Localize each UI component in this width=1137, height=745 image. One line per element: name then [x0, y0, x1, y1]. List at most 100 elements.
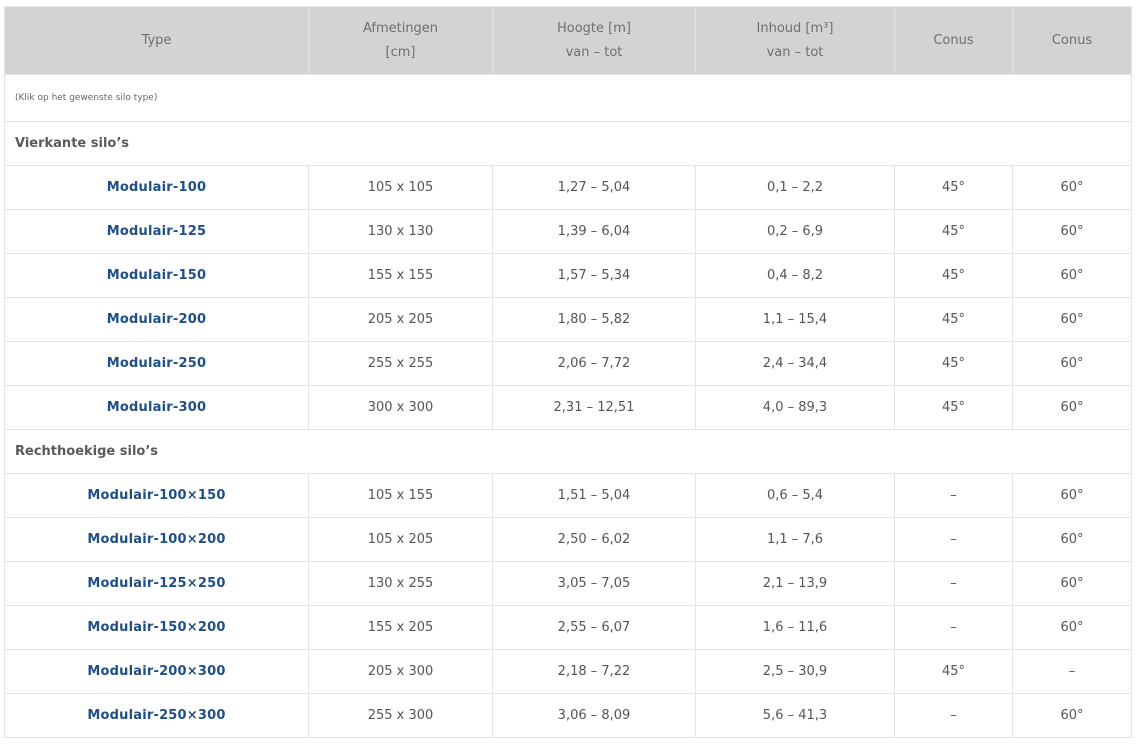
- section-row: Vierkante silo’s: [4, 121, 1132, 166]
- silo-type-link[interactable]: Modulair-250×300: [87, 708, 225, 723]
- cell-inhoud: 4,0 – 89,3: [695, 385, 895, 430]
- cell-conus-45: 45°: [894, 253, 1013, 298]
- silo-type-link[interactable]: Modulair-200×300: [87, 664, 225, 679]
- cell-type: Modulair-100×150: [4, 473, 309, 518]
- cell-type: Modulair-125×250: [4, 561, 309, 606]
- silo-type-link[interactable]: Modulair-125×250: [87, 576, 225, 591]
- note-text: (Klik op het gewenste silo type): [4, 74, 1132, 122]
- cell-conus-60: 60°: [1012, 473, 1132, 518]
- cell-conus-60: 60°: [1012, 561, 1132, 606]
- cell-conus-45: 45°: [894, 297, 1013, 342]
- header-row: Type Afmetingen [cm] Hoogte [m] van – tot …: [4, 6, 1132, 75]
- cell-type: Modulair-200×300: [4, 649, 309, 694]
- cell-conus-60: –: [1012, 649, 1132, 694]
- table-row: Modulair-300 300 x 300 2,31 – 12,51 4,0 – 8…: [4, 385, 1132, 430]
- table-body: (Klik op het gewenste silo type) Vierkan…: [4, 74, 1132, 738]
- cell-conus-45: 45°: [894, 385, 1013, 430]
- cell-hoogte: 3,06 – 8,09: [492, 693, 696, 738]
- cell-hoogte: 2,06 – 7,72: [492, 341, 696, 386]
- cell-type: Modulair-150: [4, 253, 309, 298]
- cell-afmetingen: 205 x 300: [308, 649, 493, 694]
- cell-conus-60: 60°: [1012, 297, 1132, 342]
- cell-hoogte: 2,18 – 7,22: [492, 649, 696, 694]
- silo-type-link[interactable]: Modulair-300: [107, 400, 206, 415]
- silo-type-link[interactable]: Modulair-125: [107, 224, 206, 239]
- cell-afmetingen: 130 x 130: [308, 209, 493, 254]
- silo-type-link[interactable]: Modulair-150×200: [87, 620, 225, 635]
- cell-type: Modulair-300: [4, 385, 309, 430]
- cell-inhoud: 0,1 – 2,2: [695, 165, 895, 210]
- cell-afmetingen: 255 x 300: [308, 693, 493, 738]
- cell-afmetingen: 255 x 255: [308, 341, 493, 386]
- table-row: Modulair-200×300 205 x 300 2,18 – 7,22 2,5 …: [4, 649, 1132, 694]
- cell-conus-60: 60°: [1012, 517, 1132, 562]
- cell-conus-45: –: [894, 561, 1013, 606]
- cell-conus-60: 60°: [1012, 341, 1132, 386]
- cell-hoogte: 1,80 – 5,82: [492, 297, 696, 342]
- cell-type: Modulair-250: [4, 341, 309, 386]
- cell-hoogte: 1,39 – 6,04: [492, 209, 696, 254]
- table-row: Modulair-125 130 x 130 1,39 – 6,04 0,2 – 6,…: [4, 209, 1132, 254]
- silo-type-link[interactable]: Modulair-150: [107, 268, 206, 283]
- note-row: (Klik op het gewenste silo type): [4, 74, 1132, 122]
- silo-type-link[interactable]: Modulair-200: [107, 312, 206, 327]
- cell-type: Modulair-150×200: [4, 605, 309, 650]
- cell-hoogte: 1,57 – 5,34: [492, 253, 696, 298]
- table-row: Modulair-200 205 x 205 1,80 – 5,82 1,1 – 15…: [4, 297, 1132, 342]
- cell-inhoud: 2,1 – 13,9: [695, 561, 895, 606]
- cell-conus-45: 45°: [894, 341, 1013, 386]
- cell-afmetingen: 205 x 205: [308, 297, 493, 342]
- silo-type-link[interactable]: Modulair-100: [107, 180, 206, 195]
- cell-type: Modulair-100: [4, 165, 309, 210]
- silo-table: Type Afmetingen [cm] Hoogte [m] van – tot …: [4, 6, 1132, 738]
- cell-afmetingen: 300 x 300: [308, 385, 493, 430]
- cell-conus-45: 45°: [894, 165, 1013, 210]
- cell-conus-60: 60°: [1012, 165, 1132, 210]
- header-afmetingen: Afmetingen [cm]: [308, 6, 493, 75]
- silo-type-link[interactable]: Modulair-100×200: [87, 532, 225, 547]
- header-conus-2: Conus: [1012, 6, 1132, 75]
- table-row: Modulair-250 255 x 255 2,06 – 7,72 2,4 – 34…: [4, 341, 1132, 386]
- table-row: Modulair-150×200 155 x 205 2,55 – 6,07 1,6 …: [4, 605, 1132, 650]
- header-hoogte: Hoogte [m] van – tot: [492, 6, 696, 75]
- cell-inhoud: 0,6 – 5,4: [695, 473, 895, 518]
- header-inhoud: Inhoud [m³] van – tot: [695, 6, 895, 75]
- cell-conus-45: –: [894, 605, 1013, 650]
- cell-afmetingen: 155 x 155: [308, 253, 493, 298]
- cell-hoogte: 2,55 – 6,07: [492, 605, 696, 650]
- cell-type: Modulair-125: [4, 209, 309, 254]
- cell-type: Modulair-100×200: [4, 517, 309, 562]
- cell-inhoud: 1,1 – 15,4: [695, 297, 895, 342]
- cell-inhoud: 0,4 – 8,2: [695, 253, 895, 298]
- cell-afmetingen: 105 x 205: [308, 517, 493, 562]
- silo-type-link[interactable]: Modulair-100×150: [87, 488, 225, 503]
- cell-afmetingen: 105 x 155: [308, 473, 493, 518]
- cell-hoogte: 2,31 – 12,51: [492, 385, 696, 430]
- cell-conus-45: 45°: [894, 209, 1013, 254]
- section-title: Rechthoekige silo’s: [4, 429, 1132, 474]
- cell-inhoud: 1,1 – 7,6: [695, 517, 895, 562]
- cell-conus-60: 60°: [1012, 693, 1132, 738]
- cell-inhoud: 0,2 – 6,9: [695, 209, 895, 254]
- table-row: Modulair-250×300 255 x 300 3,06 – 8,09 5,6 …: [4, 693, 1132, 738]
- silo-type-link[interactable]: Modulair-250: [107, 356, 206, 371]
- cell-conus-45: –: [894, 693, 1013, 738]
- cell-inhoud: 2,4 – 34,4: [695, 341, 895, 386]
- cell-hoogte: 2,50 – 6,02: [492, 517, 696, 562]
- cell-conus-45: –: [894, 473, 1013, 518]
- cell-hoogte: 3,05 – 7,05: [492, 561, 696, 606]
- table-header: Type Afmetingen [cm] Hoogte [m] van – tot …: [4, 6, 1132, 75]
- cell-afmetingen: 130 x 255: [308, 561, 493, 606]
- cell-afmetingen: 155 x 205: [308, 605, 493, 650]
- cell-conus-60: 60°: [1012, 253, 1132, 298]
- cell-inhoud: 2,5 – 30,9: [695, 649, 895, 694]
- cell-hoogte: 1,27 – 5,04: [492, 165, 696, 210]
- header-type: Type: [4, 6, 309, 75]
- header-conus-1: Conus: [894, 6, 1013, 75]
- table-row: Modulair-100×200 105 x 205 2,50 – 6,02 1,1 …: [4, 517, 1132, 562]
- cell-inhoud: 5,6 – 41,3: [695, 693, 895, 738]
- table-row: Modulair-100×150 105 x 155 1,51 – 5,04 0,6 …: [4, 473, 1132, 518]
- cell-afmetingen: 105 x 105: [308, 165, 493, 210]
- cell-conus-45: –: [894, 517, 1013, 562]
- table-row: Modulair-100 105 x 105 1,27 – 5,04 0,1 – 2,…: [4, 165, 1132, 210]
